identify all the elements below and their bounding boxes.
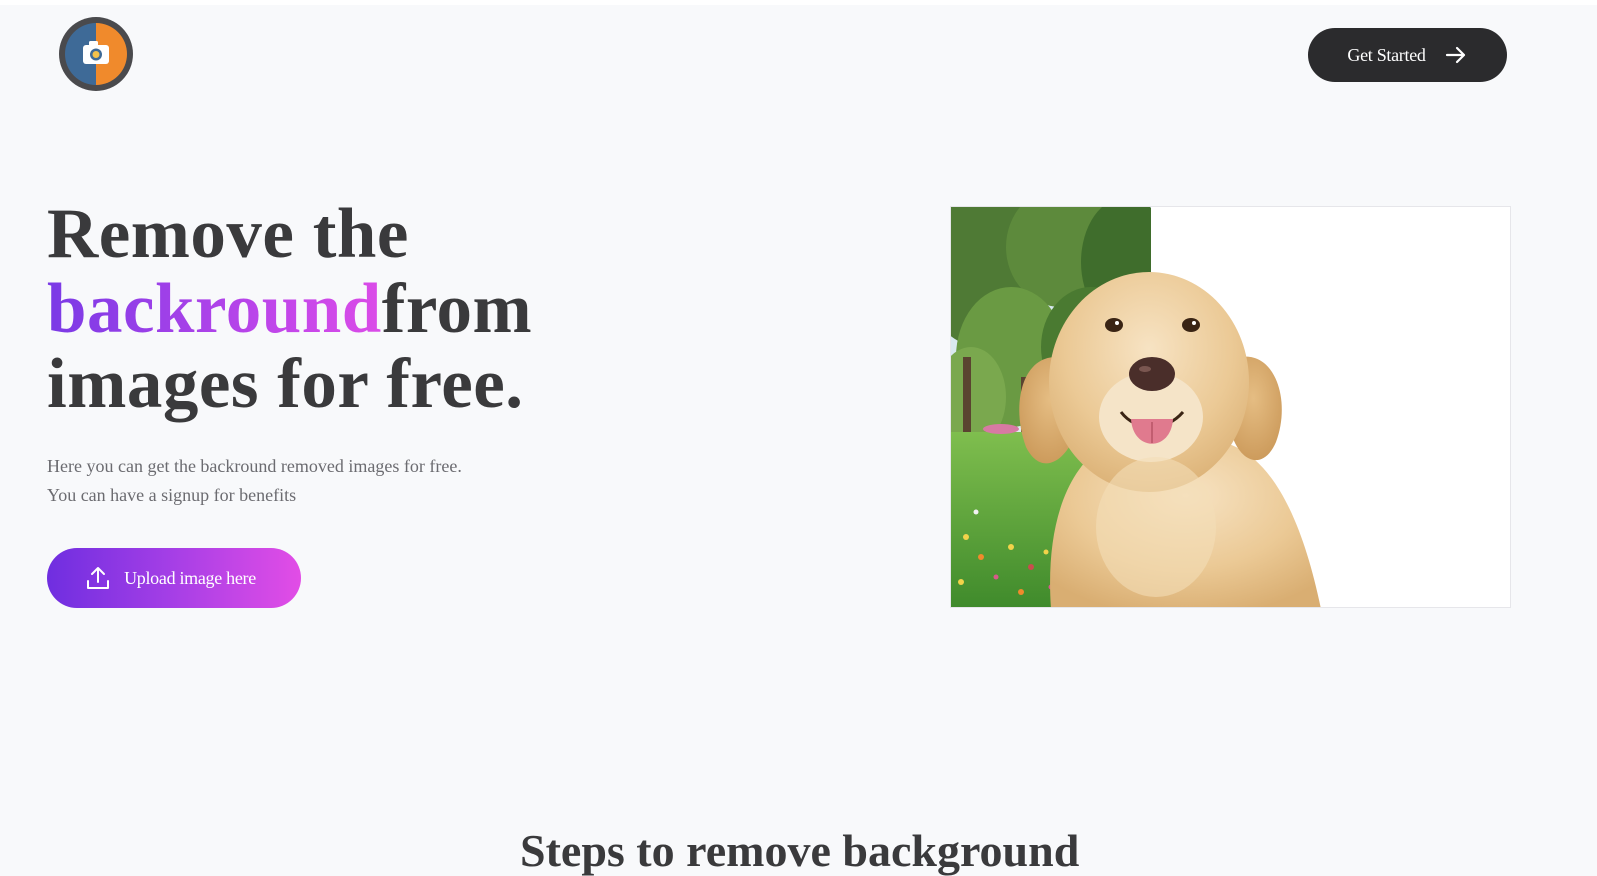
get-started-button[interactable]: Get Started [1308,28,1507,82]
hero-title-line1: Remove the [47,195,409,273]
arrow-right-icon [1444,43,1468,67]
hero-title: Remove the backroundfrom images for free. [47,197,532,422]
upload-label: Upload image here [124,567,256,588]
camera-logo-icon[interactable] [59,17,133,91]
hero-subtitle-line1: Here you can get the backround removed i… [47,456,462,476]
hero-subtitle-line2: You can have a signup for benefits [47,485,297,505]
hero-dog-image [950,206,1511,608]
site-header: Get Started [0,5,1597,105]
upload-icon [84,564,112,592]
hero-title-line2-rest: from [381,270,533,348]
get-started-label: Get Started [1347,44,1426,65]
steps-section-heading: Steps to remove background [520,825,1080,876]
upload-image-button[interactable]: Upload image here [47,548,301,608]
hero-title-highlight: backround [47,270,382,348]
hero-title-line3: images for free. [47,345,524,423]
hero-subtitle: Here you can get the backround removed i… [47,452,462,510]
